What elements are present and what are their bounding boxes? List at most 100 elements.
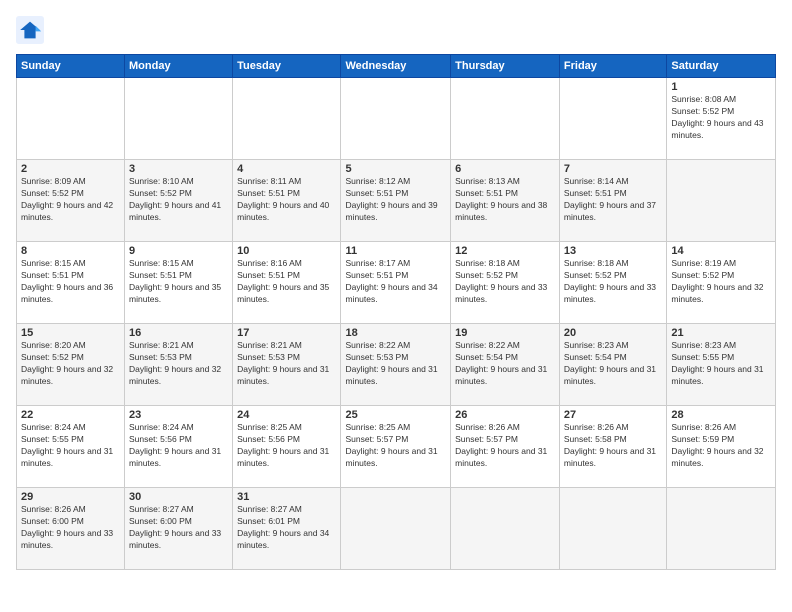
- day-info: Sunrise: 8:22 AMSunset: 5:54 PMDaylight:…: [455, 340, 555, 388]
- calendar-cell: [451, 488, 560, 570]
- calendar-cell: 21 Sunrise: 8:23 AMSunset: 5:55 PMDaylig…: [667, 324, 776, 406]
- day-number: 16: [129, 327, 228, 339]
- calendar-cell: 12 Sunrise: 8:18 AMSunset: 5:52 PMDaylig…: [451, 242, 560, 324]
- calendar-cell: 8 Sunrise: 8:15 AMSunset: 5:51 PMDayligh…: [17, 242, 125, 324]
- calendar-cell: 23 Sunrise: 8:24 AMSunset: 5:56 PMDaylig…: [125, 406, 233, 488]
- week-row-4: 15 Sunrise: 8:20 AMSunset: 5:52 PMDaylig…: [17, 324, 776, 406]
- day-number: 18: [345, 327, 446, 339]
- day-info: Sunrise: 8:13 AMSunset: 5:51 PMDaylight:…: [455, 176, 555, 224]
- day-info: Sunrise: 8:24 AMSunset: 5:56 PMDaylight:…: [129, 422, 228, 470]
- calendar-cell: [125, 78, 233, 160]
- day-info: Sunrise: 8:14 AMSunset: 5:51 PMDaylight:…: [564, 176, 662, 224]
- day-number: 15: [21, 327, 120, 339]
- day-number: 4: [237, 163, 336, 175]
- calendar-cell: [559, 78, 666, 160]
- day-info: Sunrise: 8:15 AMSunset: 5:51 PMDaylight:…: [129, 258, 228, 306]
- week-row-1: 1 Sunrise: 8:08 AMSunset: 5:52 PMDayligh…: [17, 78, 776, 160]
- day-info: Sunrise: 8:11 AMSunset: 5:51 PMDaylight:…: [237, 176, 336, 224]
- calendar-cell: 24 Sunrise: 8:25 AMSunset: 5:56 PMDaylig…: [233, 406, 341, 488]
- day-number: 27: [564, 409, 662, 421]
- calendar-cell: 22 Sunrise: 8:24 AMSunset: 5:55 PMDaylig…: [17, 406, 125, 488]
- day-info: Sunrise: 8:17 AMSunset: 5:51 PMDaylight:…: [345, 258, 446, 306]
- day-info: Sunrise: 8:08 AMSunset: 5:52 PMDaylight:…: [671, 94, 771, 142]
- day-info: Sunrise: 8:26 AMSunset: 6:00 PMDaylight:…: [21, 504, 120, 552]
- logo-icon: [16, 16, 44, 44]
- calendar-cell: 30 Sunrise: 8:27 AMSunset: 6:00 PMDaylig…: [125, 488, 233, 570]
- day-info: Sunrise: 8:25 AMSunset: 5:57 PMDaylight:…: [345, 422, 446, 470]
- calendar-cell: 28 Sunrise: 8:26 AMSunset: 5:59 PMDaylig…: [667, 406, 776, 488]
- day-info: Sunrise: 8:10 AMSunset: 5:52 PMDaylight:…: [129, 176, 228, 224]
- calendar-cell: 2 Sunrise: 8:09 AMSunset: 5:52 PMDayligh…: [17, 160, 125, 242]
- calendar-cell: 17 Sunrise: 8:21 AMSunset: 5:53 PMDaylig…: [233, 324, 341, 406]
- day-info: Sunrise: 8:26 AMSunset: 5:58 PMDaylight:…: [564, 422, 662, 470]
- calendar-cell: 10 Sunrise: 8:16 AMSunset: 5:51 PMDaylig…: [233, 242, 341, 324]
- day-number: 21: [671, 327, 771, 339]
- day-number: 26: [455, 409, 555, 421]
- calendar-cell: [233, 78, 341, 160]
- calendar-cell: 5 Sunrise: 8:12 AMSunset: 5:51 PMDayligh…: [341, 160, 451, 242]
- calendar-cell: 16 Sunrise: 8:21 AMSunset: 5:53 PMDaylig…: [125, 324, 233, 406]
- week-row-3: 8 Sunrise: 8:15 AMSunset: 5:51 PMDayligh…: [17, 242, 776, 324]
- day-info: Sunrise: 8:18 AMSunset: 5:52 PMDaylight:…: [564, 258, 662, 306]
- day-info: Sunrise: 8:22 AMSunset: 5:53 PMDaylight:…: [345, 340, 446, 388]
- calendar-cell: 29 Sunrise: 8:26 AMSunset: 6:00 PMDaylig…: [17, 488, 125, 570]
- dow-header-friday: Friday: [559, 55, 666, 78]
- week-row-2: 2 Sunrise: 8:09 AMSunset: 5:52 PMDayligh…: [17, 160, 776, 242]
- calendar-cell: [667, 160, 776, 242]
- page: SundayMondayTuesdayWednesdayThursdayFrid…: [0, 0, 792, 612]
- day-of-week-row: SundayMondayTuesdayWednesdayThursdayFrid…: [17, 55, 776, 78]
- day-number: 5: [345, 163, 446, 175]
- day-number: 13: [564, 245, 662, 257]
- day-info: Sunrise: 8:12 AMSunset: 5:51 PMDaylight:…: [345, 176, 446, 224]
- day-info: Sunrise: 8:19 AMSunset: 5:52 PMDaylight:…: [671, 258, 771, 306]
- day-number: 9: [129, 245, 228, 257]
- day-number: 7: [564, 163, 662, 175]
- header: [16, 16, 776, 44]
- day-number: 1: [671, 81, 771, 93]
- calendar-cell: [17, 78, 125, 160]
- calendar-cell: 19 Sunrise: 8:22 AMSunset: 5:54 PMDaylig…: [451, 324, 560, 406]
- day-number: 25: [345, 409, 446, 421]
- day-number: 3: [129, 163, 228, 175]
- calendar-cell: [451, 78, 560, 160]
- calendar-cell: 27 Sunrise: 8:26 AMSunset: 5:58 PMDaylig…: [559, 406, 666, 488]
- day-number: 29: [21, 491, 120, 503]
- day-info: Sunrise: 8:23 AMSunset: 5:55 PMDaylight:…: [671, 340, 771, 388]
- calendar-cell: 7 Sunrise: 8:14 AMSunset: 5:51 PMDayligh…: [559, 160, 666, 242]
- calendar-cell: [341, 488, 451, 570]
- calendar-cell: 13 Sunrise: 8:18 AMSunset: 5:52 PMDaylig…: [559, 242, 666, 324]
- day-number: 17: [237, 327, 336, 339]
- calendar-cell: 18 Sunrise: 8:22 AMSunset: 5:53 PMDaylig…: [341, 324, 451, 406]
- day-info: Sunrise: 8:27 AMSunset: 6:01 PMDaylight:…: [237, 504, 336, 552]
- dow-header-saturday: Saturday: [667, 55, 776, 78]
- day-info: Sunrise: 8:26 AMSunset: 5:57 PMDaylight:…: [455, 422, 555, 470]
- calendar-table: SundayMondayTuesdayWednesdayThursdayFrid…: [16, 54, 776, 570]
- day-number: 28: [671, 409, 771, 421]
- day-number: 22: [21, 409, 120, 421]
- day-number: 24: [237, 409, 336, 421]
- calendar-body: 1 Sunrise: 8:08 AMSunset: 5:52 PMDayligh…: [17, 78, 776, 570]
- logo: [16, 16, 48, 44]
- calendar-cell: 6 Sunrise: 8:13 AMSunset: 5:51 PMDayligh…: [451, 160, 560, 242]
- day-info: Sunrise: 8:23 AMSunset: 5:54 PMDaylight:…: [564, 340, 662, 388]
- calendar-cell: 31 Sunrise: 8:27 AMSunset: 6:01 PMDaylig…: [233, 488, 341, 570]
- day-info: Sunrise: 8:15 AMSunset: 5:51 PMDaylight:…: [21, 258, 120, 306]
- day-number: 6: [455, 163, 555, 175]
- calendar-cell: 25 Sunrise: 8:25 AMSunset: 5:57 PMDaylig…: [341, 406, 451, 488]
- calendar-cell: [341, 78, 451, 160]
- day-number: 30: [129, 491, 228, 503]
- dow-header-sunday: Sunday: [17, 55, 125, 78]
- week-row-6: 29 Sunrise: 8:26 AMSunset: 6:00 PMDaylig…: [17, 488, 776, 570]
- day-info: Sunrise: 8:27 AMSunset: 6:00 PMDaylight:…: [129, 504, 228, 552]
- day-number: 20: [564, 327, 662, 339]
- day-info: Sunrise: 8:16 AMSunset: 5:51 PMDaylight:…: [237, 258, 336, 306]
- week-row-5: 22 Sunrise: 8:24 AMSunset: 5:55 PMDaylig…: [17, 406, 776, 488]
- day-number: 12: [455, 245, 555, 257]
- dow-header-thursday: Thursday: [451, 55, 560, 78]
- calendar-cell: 26 Sunrise: 8:26 AMSunset: 5:57 PMDaylig…: [451, 406, 560, 488]
- calendar-cell: 4 Sunrise: 8:11 AMSunset: 5:51 PMDayligh…: [233, 160, 341, 242]
- dow-header-wednesday: Wednesday: [341, 55, 451, 78]
- day-info: Sunrise: 8:24 AMSunset: 5:55 PMDaylight:…: [21, 422, 120, 470]
- calendar-cell: 15 Sunrise: 8:20 AMSunset: 5:52 PMDaylig…: [17, 324, 125, 406]
- day-info: Sunrise: 8:21 AMSunset: 5:53 PMDaylight:…: [237, 340, 336, 388]
